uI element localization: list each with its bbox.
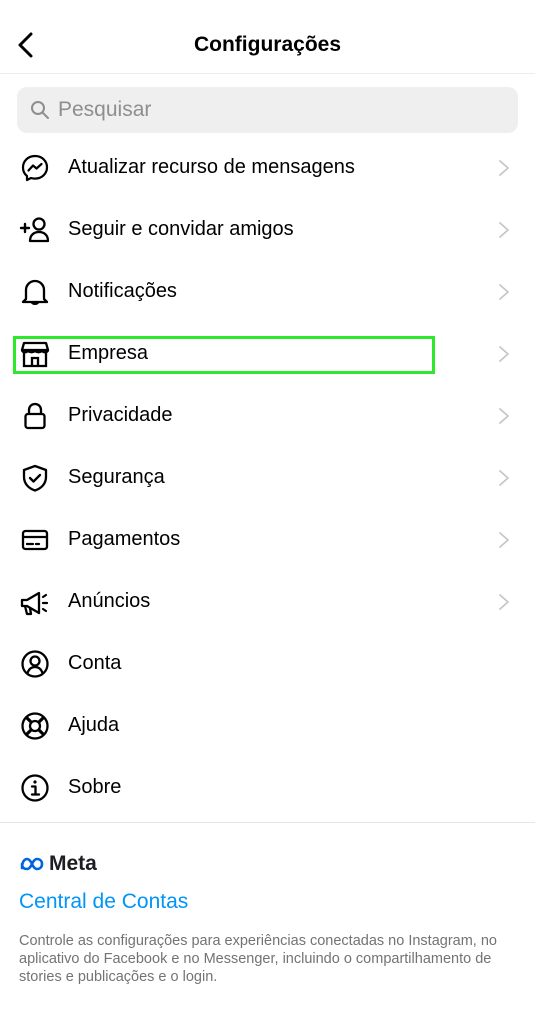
chevron-right-icon <box>499 284 509 300</box>
header-bar: Configurações <box>0 0 535 74</box>
menu-item-account[interactable]: Conta <box>0 633 535 695</box>
menu-item-label: Atualizar recurso de mensagens <box>68 156 355 178</box>
chevron-right-icon <box>499 222 509 238</box>
accounts-center-description: Controle as configurações para experiênc… <box>19 933 497 985</box>
chevron-right-icon <box>499 346 509 362</box>
chevron-right-icon <box>499 408 509 424</box>
add-person-icon <box>19 214 51 246</box>
megaphone-icon <box>19 586 51 618</box>
settings-list: Atualizar recurso de mensagens Seguir e … <box>0 137 535 819</box>
meta-logo-icon <box>20 857 44 871</box>
bell-icon <box>19 276 51 308</box>
search-input[interactable]: Pesquisar <box>17 87 518 133</box>
card-icon <box>19 524 51 556</box>
menu-item-follow-invite[interactable]: Seguir e convidar amigos <box>0 199 535 261</box>
menu-item-label: Ajuda <box>68 714 120 736</box>
messenger-icon <box>19 152 51 184</box>
accounts-center-link[interactable]: Central de Contas <box>19 890 188 914</box>
menu-item-security[interactable]: Segurança <box>0 447 535 509</box>
search-placeholder: Pesquisar <box>58 98 152 121</box>
menu-item-messaging[interactable]: Atualizar recurso de mensagens <box>0 137 535 199</box>
search-icon <box>30 99 52 121</box>
menu-item-label: Privacidade <box>68 404 173 426</box>
lifebuoy-icon <box>19 710 51 742</box>
menu-item-payments[interactable]: Pagamentos <box>0 509 535 571</box>
menu-item-ads[interactable]: Anúncios <box>0 571 535 633</box>
menu-item-label: Segurança <box>68 466 165 488</box>
account-icon <box>19 648 51 680</box>
chevron-right-icon <box>499 470 509 486</box>
chevron-right-icon <box>499 532 509 548</box>
meta-brand-text: Meta <box>49 852 97 875</box>
menu-item-label: Seguir e convidar amigos <box>68 218 294 240</box>
meta-brand: Meta <box>19 852 97 876</box>
menu-item-about[interactable]: Sobre <box>0 757 535 819</box>
menu-item-privacy[interactable]: Privacidade <box>0 385 535 447</box>
shield-icon <box>19 462 51 494</box>
selection-highlight <box>13 336 435 374</box>
section-divider <box>0 822 535 823</box>
menu-item-label: Notificações <box>68 280 177 302</box>
menu-item-label: Anúncios <box>68 590 151 612</box>
menu-item-label: Conta <box>68 652 122 674</box>
menu-item-notifications[interactable]: Notificações <box>0 261 535 323</box>
menu-item-help[interactable]: Ajuda <box>0 695 535 757</box>
chevron-right-icon <box>499 594 509 610</box>
lock-icon <box>19 400 51 432</box>
chevron-right-icon <box>499 160 509 176</box>
page-title: Configurações <box>193 33 342 56</box>
menu-item-label: Sobre <box>68 776 122 798</box>
info-icon <box>19 772 51 804</box>
menu-item-label: Pagamentos <box>68 528 181 550</box>
